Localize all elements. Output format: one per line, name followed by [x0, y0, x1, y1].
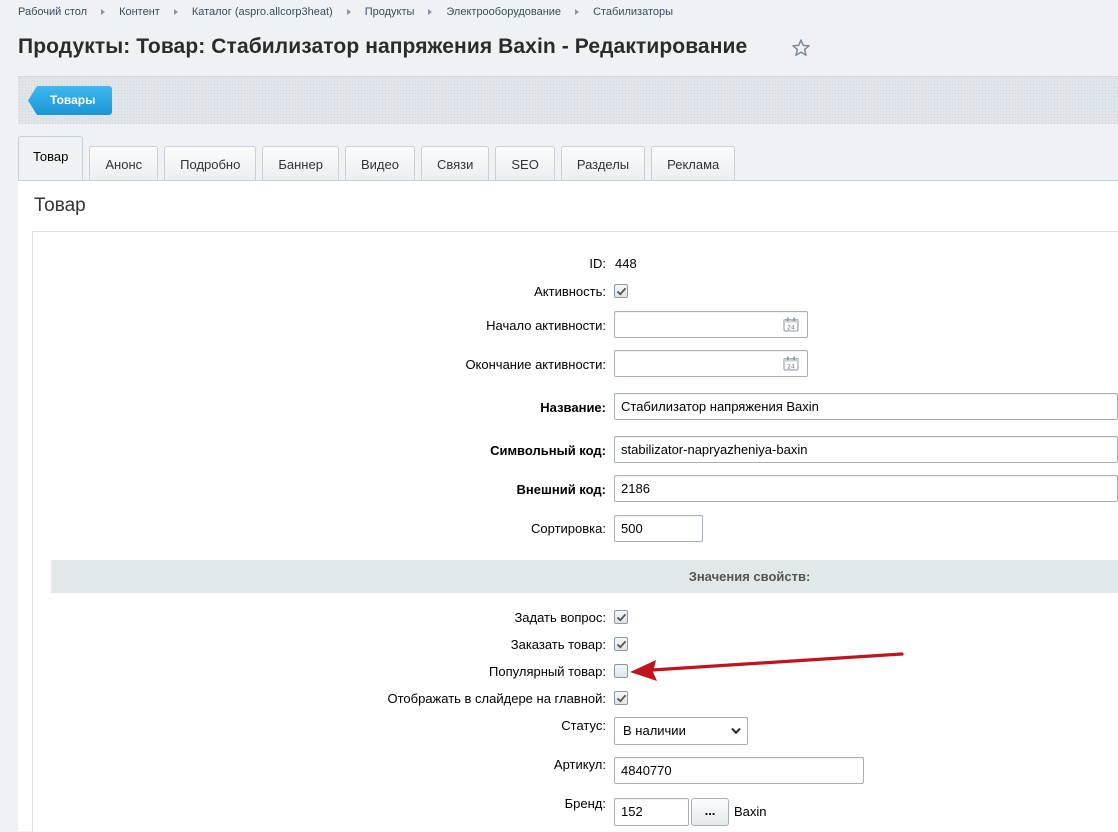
- popular-product-label: Популярный товар:: [489, 664, 606, 679]
- tab-sections[interactable]: Разделы: [560, 146, 646, 182]
- external-code-label: Внешний код:: [516, 482, 606, 497]
- checkmark-icon: [616, 613, 627, 622]
- tab-seo[interactable]: SEO: [495, 146, 555, 182]
- active-checkbox[interactable]: [614, 284, 628, 298]
- article-input[interactable]: 4840770: [614, 757, 864, 784]
- brand-label: Бренд:: [564, 796, 606, 811]
- tab-ads[interactable]: Реклама: [651, 146, 736, 182]
- brand-picker-button[interactable]: ...: [691, 798, 729, 826]
- breadcrumb-separator-icon: [428, 9, 433, 15]
- slider-main-checkbox[interactable]: [614, 691, 628, 705]
- breadcrumb: Рабочий стол Контент Каталог (aspro.allc…: [18, 6, 673, 18]
- breadcrumb-item-catalog[interactable]: Каталог (aspro.allcorp3heat): [192, 6, 333, 18]
- toolbar: Товары: [18, 76, 1118, 124]
- svg-text:24: 24: [787, 325, 795, 332]
- breadcrumb-separator-icon: [101, 9, 106, 15]
- breadcrumb-item-desktop[interactable]: Рабочий стол: [18, 6, 87, 18]
- symbolic-code-input[interactable]: stabilizator-napryazheniya-baxin: [614, 436, 1118, 463]
- annotation-arrow-icon: [630, 652, 904, 681]
- id-value: 448: [615, 256, 637, 271]
- start-active-input[interactable]: 24: [614, 311, 808, 338]
- tab-video[interactable]: Видео: [344, 146, 415, 182]
- star-icon[interactable]: [791, 38, 811, 58]
- symbolic-code-label: Символьный код:: [490, 443, 606, 458]
- breadcrumb-item-electrical[interactable]: Электрооборудование: [446, 6, 561, 18]
- calendar-icon[interactable]: 24: [783, 356, 799, 371]
- page-title: Продукты: Товар: Стабилизатор напряжения…: [18, 35, 748, 58]
- order-product-checkbox[interactable]: [614, 637, 628, 651]
- tab-bar: Товар Анонс Подробно Баннер Видео Связи …: [18, 135, 741, 182]
- edit-panel: Товар: [18, 180, 1118, 832]
- order-product-label: Заказать товар:: [510, 637, 606, 652]
- status-label: Статус:: [561, 718, 606, 733]
- checkmark-icon: [616, 640, 627, 649]
- external-code-input[interactable]: 2186: [614, 475, 1118, 502]
- brand-name-text: Baxin: [734, 804, 767, 819]
- checkmark-icon: [616, 694, 627, 703]
- back-to-products-button[interactable]: Товары: [28, 86, 113, 115]
- status-select[interactable]: В наличии: [614, 717, 748, 745]
- brand-id-input[interactable]: 152: [614, 798, 689, 826]
- chevron-down-icon: [731, 727, 741, 735]
- tab-links[interactable]: Связи: [420, 146, 490, 182]
- name-input[interactable]: Стабилизатор напряжения Baxin: [614, 393, 1118, 420]
- breadcrumb-item-stabilizers[interactable]: Стабилизаторы: [593, 6, 673, 18]
- status-selected-value: В наличии: [623, 723, 686, 738]
- end-active-input[interactable]: 24: [614, 350, 808, 377]
- sort-label: Сортировка:: [531, 521, 606, 536]
- properties-section-header: Значения свойств:: [51, 560, 1118, 593]
- svg-text:24: 24: [787, 364, 795, 371]
- checkmark-icon: [616, 287, 627, 296]
- tab-announce[interactable]: Анонс: [89, 146, 159, 182]
- sort-input[interactable]: 500: [614, 515, 703, 542]
- ask-question-checkbox[interactable]: [614, 610, 628, 624]
- breadcrumb-separator-icon: [346, 9, 351, 15]
- calendar-icon[interactable]: 24: [783, 317, 799, 332]
- id-label: ID:: [589, 256, 606, 271]
- breadcrumb-separator-icon: [173, 9, 178, 15]
- end-active-label: Окончание активности:: [465, 357, 606, 372]
- article-label: Артикул:: [553, 757, 606, 772]
- breadcrumb-item-products[interactable]: Продукты: [365, 6, 415, 18]
- start-active-label: Начало активности:: [486, 318, 606, 333]
- active-label: Активность:: [534, 284, 606, 299]
- ask-question-label: Задать вопрос:: [514, 610, 606, 625]
- breadcrumb-item-content[interactable]: Контент: [119, 6, 160, 18]
- popular-product-checkbox[interactable]: [614, 664, 628, 678]
- tab-details[interactable]: Подробно: [164, 146, 257, 182]
- slider-main-label: Отображать в слайдере на главной:: [387, 691, 607, 706]
- tab-product[interactable]: Товар: [18, 136, 84, 182]
- tab-banner[interactable]: Баннер: [262, 146, 339, 182]
- name-label: Название:: [540, 400, 606, 415]
- panel-heading: Товар: [34, 195, 86, 216]
- breadcrumb-separator-icon: [575, 9, 580, 15]
